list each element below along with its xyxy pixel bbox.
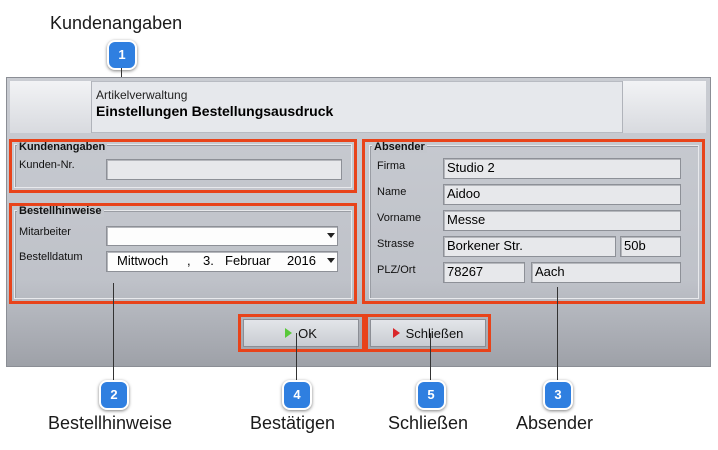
callout-badge-5: 5 [416,380,446,410]
highlight-kundenangaben [9,139,357,193]
header-subtitle: Artikelverwaltung [96,88,188,102]
callout-kundenangaben-label: Kundenangaben [50,13,183,33]
highlight-close [365,314,491,352]
callout-badge-4: 4 [282,380,312,410]
callout-badge-2: 2 [99,380,129,410]
highlight-absender [362,139,705,304]
callout-leader-2 [113,283,114,380]
callout-badge-3: 3 [543,380,573,410]
callout-leader-3 [557,287,558,380]
highlight-bestellhinweise [9,203,357,304]
callout-absender-label: Absender [516,413,594,433]
callout-leader-5 [430,333,431,380]
callout-bestellhinweise-label: Bestellhinweise [48,413,173,433]
callout-leader-4 [296,333,297,380]
callout-badge-1: 1 [107,40,137,70]
header-title: Einstellungen Bestellungsausdruck [96,103,334,119]
header-right-panel [622,81,706,133]
highlight-ok [238,314,365,352]
callout-schliessen-label: Schließen [388,413,469,433]
callout-bestaetigen-label: Bestätigen [250,413,336,433]
header-left-panel [10,81,92,133]
